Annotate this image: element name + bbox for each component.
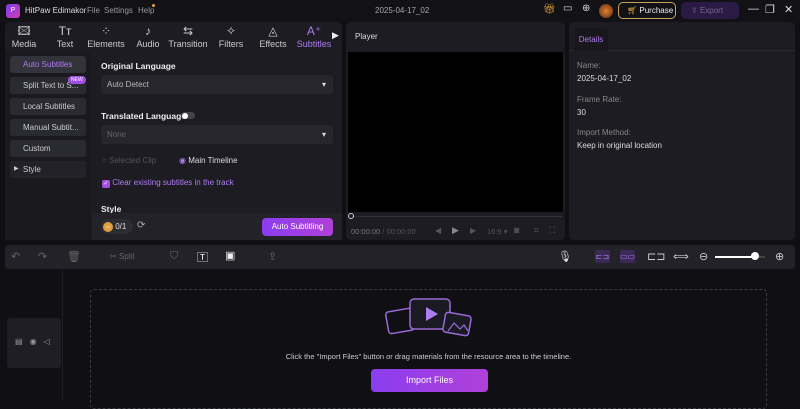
app-name: HitPaw Edimakor (25, 6, 87, 15)
export-icon: ⇪ (691, 6, 698, 15)
tab-details[interactable]: Details (574, 28, 608, 51)
player-title: Player (355, 32, 378, 41)
microphone-icon[interactable]: 🎙︎ (558, 250, 572, 263)
menu-file[interactable]: File (87, 6, 100, 15)
subtitle-menu-item[interactable]: Auto Subtitles (10, 56, 86, 73)
tab-media[interactable]: 🖾 Media (4, 24, 44, 49)
tab-filters[interactable]: ✧ Filters (211, 24, 251, 49)
minimize-button[interactable]: — (748, 3, 759, 15)
tab-effects[interactable]: ◬ Effects (253, 24, 293, 49)
tab-text[interactable]: Tᴛ Text (45, 24, 85, 49)
upload-icon[interactable]: ⇪ (268, 250, 277, 263)
frame-rate-value: 30 (577, 108, 586, 117)
fit-icon[interactable]: ⟺ (673, 250, 689, 263)
translated-language-label: Translated Language (101, 111, 187, 121)
redo-icon[interactable]: ↷ (38, 250, 47, 263)
subtitle-menu-item[interactable]: Local Subtitles (10, 98, 86, 115)
title-bar: P HitPaw Edimakor File Settings Help 202… (0, 0, 800, 22)
snap-toggle[interactable]: ▭▭ (620, 250, 635, 263)
progress-track[interactable] (352, 216, 562, 217)
import-method-label: Import Method: (577, 128, 631, 137)
track-header: ▤◉◁ (7, 318, 61, 368)
original-language-label: Original Language (101, 61, 176, 71)
zoom-slider-handle[interactable] (751, 252, 759, 260)
play-icon[interactable]: ▶ (452, 225, 459, 236)
download-icon[interactable]: ⊕ (582, 3, 590, 14)
tab-transition[interactable]: ⇆ Transition (168, 24, 208, 49)
ai-credits: AI 0/1 (101, 219, 133, 234)
name-value: 2025-04-17_02 (577, 74, 632, 83)
filters-icon: ✧ (225, 24, 237, 38)
translated-language-select[interactable]: None (101, 125, 333, 144)
elements-icon: ⁘ (100, 24, 112, 38)
close-button[interactable]: ✕ (784, 3, 793, 16)
tab-audio[interactable]: ♪ Audio (128, 24, 168, 49)
link-toggle[interactable]: ⊏⊐ (595, 250, 610, 263)
import-hint: Click the "Import Files" button or drag … (285, 352, 572, 361)
menu-settings[interactable]: Settings (104, 6, 133, 15)
eye-icon[interactable]: ◉ (30, 337, 44, 346)
feedback-icon[interactable]: ▭ (563, 3, 572, 14)
grid-icon[interactable]: ⌗ (534, 225, 539, 236)
playhead-handle[interactable] (348, 213, 354, 219)
audio-icon: ♪ (145, 24, 151, 38)
subtitle-menu-item[interactable]: Manual Subtit... (10, 119, 86, 136)
export-button[interactable]: ⇪ Export (681, 2, 739, 19)
split-button[interactable]: ✂ Split (110, 252, 135, 261)
track-divider (62, 270, 63, 400)
gift-icon[interactable]: 🎁︎ (543, 4, 556, 15)
text-tool-icon[interactable]: 🅃 (197, 249, 208, 265)
avatar[interactable] (599, 4, 613, 18)
undo-icon[interactable]: ↶ (11, 250, 20, 263)
ai-subtitle-icon[interactable]: ▣ (225, 249, 235, 262)
cart-icon: 🛒︎ (627, 6, 638, 15)
zoom-in-icon[interactable]: ⊕ (775, 250, 784, 263)
subtitle-menu-item[interactable]: ▶ Style (10, 161, 86, 178)
original-language-select[interactable]: Auto Detect (101, 75, 333, 94)
frame-rate-label: Frame Rate: (577, 95, 622, 104)
next-frame-icon[interactable]: ▶ (470, 226, 476, 235)
text-icon: Tᴛ (58, 24, 72, 38)
delete-icon[interactable]: 🗑︎ (67, 250, 81, 263)
subtitle-menu-item[interactable]: Custom (10, 140, 86, 157)
video-preview (348, 52, 563, 212)
time-display: 00:00:00 / 00:00:00 (351, 227, 416, 236)
clear-subtitles-checkbox[interactable]: ✓ Clear existing subtitles in the track (102, 178, 234, 188)
fullscreen-icon[interactable]: ⛶ (549, 225, 555, 236)
refresh-icon[interactable]: ⟳ (137, 220, 145, 231)
auto-subtitling-button[interactable]: Auto Subtitling (262, 218, 333, 236)
import-files-button[interactable]: Import Files (371, 369, 488, 392)
purchase-button[interactable]: 🛒︎ Purchase (618, 2, 676, 19)
aspect-ratio-select[interactable]: 16:9 ▾ (487, 227, 507, 236)
radio-main-timeline[interactable]: ◉ Main Timeline (179, 156, 238, 165)
mute-icon[interactable]: ◁ (44, 337, 57, 346)
zoom-out-icon[interactable]: ⊖ (699, 250, 708, 263)
tabs-next-arrow[interactable]: ▶ (332, 30, 339, 41)
project-title: 2025-04-17_02 (375, 6, 430, 15)
radio-selected-clip[interactable]: ○ Selected Clip (102, 156, 156, 165)
effects-icon: ◬ (268, 24, 278, 38)
restore-button[interactable]: ❐ (765, 3, 775, 16)
subtitles-icon: A⁺ (306, 24, 322, 38)
marker-icon[interactable]: ⛉ (170, 250, 178, 263)
name-label: Name: (577, 61, 601, 70)
snapshot-icon[interactable]: ◙ (514, 225, 519, 235)
notification-dot (152, 4, 155, 7)
import-method-value: Keep in original location (577, 141, 662, 150)
split-view-icon[interactable]: ⊏⊐ (647, 250, 665, 263)
new-badge: NEW (68, 76, 86, 84)
prev-frame-icon[interactable]: ◀ (435, 226, 441, 235)
tab-elements[interactable]: ⁘ Elements (86, 24, 126, 49)
transition-icon: ⇆ (182, 24, 194, 38)
media-icon: 🖾 (17, 24, 31, 38)
lock-icon[interactable]: ▤ (15, 337, 30, 346)
app-logo: P (6, 4, 20, 18)
expand-icon: ▶ (14, 166, 19, 172)
tab-subtitles[interactable]: A⁺ Subtitles (294, 24, 334, 49)
translated-language-toggle[interactable] (181, 112, 195, 119)
menu-help[interactable]: Help (138, 6, 154, 15)
import-illustration-icon (385, 298, 472, 337)
